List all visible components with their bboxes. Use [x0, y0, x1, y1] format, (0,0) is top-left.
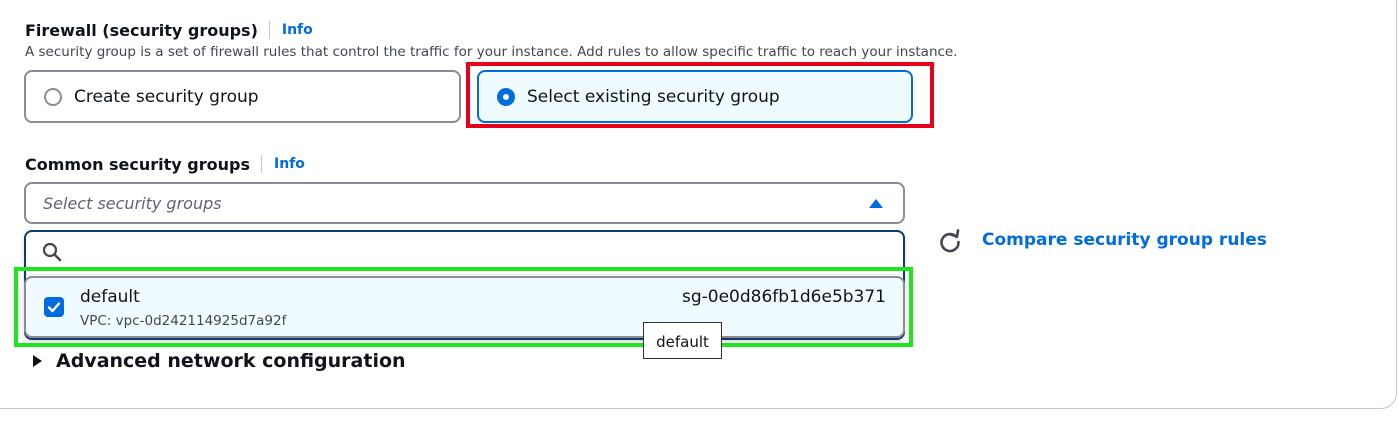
select-placeholder: Select security groups [43, 193, 222, 213]
select-existing-security-group-option[interactable]: Select existing security group [477, 70, 913, 123]
security-group-vpc: VPC: vpc-0d242114925d7a92f [80, 313, 287, 329]
firewall-header: Firewall (security groups) Info [25, 19, 313, 41]
security-group-search-input[interactable] [72, 238, 876, 268]
firewall-info-link[interactable]: Info [282, 22, 313, 38]
common-groups-info-link[interactable]: Info [274, 156, 305, 172]
security-group-option-default[interactable]: default VPC: vpc-0d242114925d7a92f sg-0e… [24, 276, 905, 338]
create-security-group-label: Create security group [74, 86, 259, 107]
search-icon [42, 242, 62, 262]
compare-security-group-rules-link[interactable]: Compare security group rules [982, 230, 1267, 250]
refresh-icon[interactable] [936, 228, 964, 256]
common-groups-title: Common security groups [25, 154, 251, 174]
security-groups-dropdown: default VPC: vpc-0d242114925d7a92f sg-0e… [24, 230, 905, 340]
create-security-group-option[interactable]: Create security group [24, 70, 461, 123]
radio-unselected-icon [44, 87, 62, 106]
header-separator [261, 155, 263, 173]
common-groups-header: Common security groups Info [25, 153, 305, 175]
radio-selected-icon [497, 87, 515, 106]
advanced-network-configuration-toggle[interactable]: Advanced network configuration [33, 350, 406, 372]
caret-right-icon [33, 355, 42, 367]
select-existing-security-group-label: Select existing security group [527, 86, 780, 107]
header-separator [268, 21, 270, 39]
security-group-name: default [80, 287, 140, 307]
caret-up-icon [869, 199, 883, 208]
security-group-id: sg-0e0d86fb1d6e5b371 [681, 287, 886, 307]
security-groups-select[interactable]: Select security groups [24, 182, 905, 224]
checkbox-checked-icon[interactable] [44, 297, 64, 317]
dropdown-search-row [26, 232, 903, 275]
firewall-description: A security group is a set of firewall ru… [25, 44, 958, 60]
advanced-network-configuration-label: Advanced network configuration [56, 350, 406, 372]
tooltip: default [643, 322, 722, 359]
firewall-title: Firewall (security groups) [25, 20, 258, 40]
